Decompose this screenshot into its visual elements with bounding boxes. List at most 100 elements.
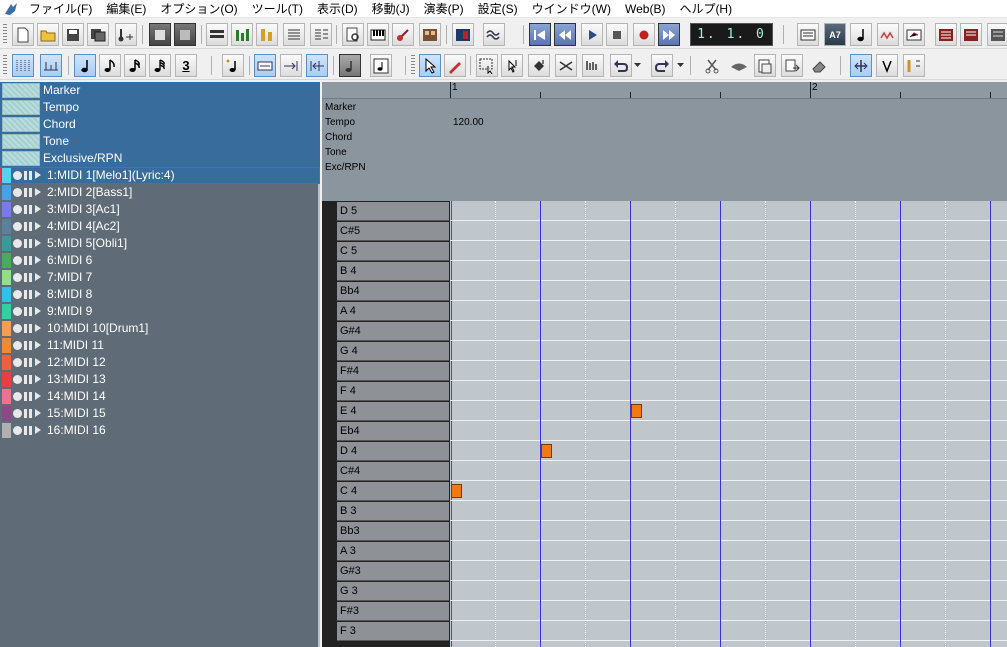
thirty-second-note-button[interactable] <box>149 54 171 77</box>
record-enable-icon[interactable] <box>13 375 22 384</box>
drum-pad-button[interactable] <box>419 23 441 46</box>
track-row[interactable]: 15:MIDI 15 <box>0 405 320 422</box>
menu-move[interactable]: 移動(J) <box>365 0 417 18</box>
mute-bar-icon[interactable] <box>24 375 27 384</box>
track-row[interactable]: 8:MIDI 8 <box>0 286 320 303</box>
piano-key[interactable]: G#3 <box>337 562 449 581</box>
toolbar-grip[interactable] <box>3 24 7 45</box>
track-row[interactable]: 1:MIDI 1[Melo1](Lyric:4) <box>0 167 320 184</box>
toolbar-grip[interactable] <box>411 55 415 76</box>
track-view-button[interactable] <box>206 23 228 46</box>
piano-key[interactable]: D 4 <box>337 442 449 461</box>
conductor-track-row[interactable]: Marker <box>0 82 320 99</box>
track-row[interactable]: 13:MIDI 13 <box>0 371 320 388</box>
guitar-button[interactable] <box>392 23 414 46</box>
piano-key[interactable]: A 3 <box>337 542 449 561</box>
piano-key[interactable]: G#4 <box>337 322 449 341</box>
piano-key[interactable]: C#4 <box>337 462 449 481</box>
play-arrow-icon[interactable] <box>35 324 41 332</box>
solo-bar-icon[interactable] <box>29 358 32 367</box>
record-enable-icon[interactable] <box>13 307 22 316</box>
lyric-view-button[interactable] <box>903 54 925 77</box>
piano-key[interactable]: F#4 <box>337 362 449 381</box>
print-preview-button[interactable] <box>342 23 364 46</box>
lyrics-button[interactable] <box>452 23 474 46</box>
note-tool-button[interactable] <box>850 23 872 46</box>
velocity-tool-button[interactable] <box>582 54 604 77</box>
solo-bar-icon[interactable] <box>29 426 32 435</box>
conductor-track-row[interactable]: Tone <box>0 133 320 150</box>
piano-key[interactable]: Bb4 <box>337 282 449 301</box>
paste-insert-button[interactable] <box>781 54 803 77</box>
solo-bar-icon[interactable] <box>29 205 32 214</box>
conductor-track-row[interactable]: Exclusive/RPN <box>0 150 320 167</box>
solo-bar-icon[interactable] <box>29 307 32 316</box>
rewind-button[interactable] <box>554 23 576 46</box>
record-enable-icon[interactable] <box>13 222 22 231</box>
track-row[interactable]: 9:MIDI 9 <box>0 303 320 320</box>
menu-option[interactable]: オプション(O) <box>153 0 244 18</box>
piano-roll-grid[interactable] <box>450 201 1007 647</box>
solo-bar-icon[interactable] <box>29 392 32 401</box>
toolbar-grip[interactable] <box>3 55 7 76</box>
copy-button[interactable] <box>728 54 750 77</box>
track-row[interactable]: 16:MIDI 16 <box>0 422 320 439</box>
solo-bar-icon[interactable] <box>29 188 32 197</box>
chord-button[interactable]: A7 <box>824 23 846 46</box>
menu-view[interactable]: 表示(D) <box>310 0 365 18</box>
split-note-button[interactable] <box>555 54 577 77</box>
mute-track-button[interactable] <box>935 23 957 46</box>
solo-bar-icon[interactable] <box>29 256 32 265</box>
piano-key[interactable]: Eb4 <box>337 422 449 441</box>
play-arrow-icon[interactable] <box>35 171 41 179</box>
track-settings-button[interactable] <box>987 23 1007 46</box>
metronome-button[interactable] <box>797 23 819 46</box>
quantize-button[interactable] <box>40 54 62 77</box>
new-file-button[interactable] <box>12 23 34 46</box>
record-enable-icon[interactable] <box>13 341 22 350</box>
mute-bar-icon[interactable] <box>24 205 27 214</box>
solo-bar-icon[interactable] <box>29 273 32 282</box>
range-select-button[interactable] <box>476 54 498 77</box>
go-to-start-button[interactable] <box>529 23 551 46</box>
play-arrow-icon[interactable] <box>35 273 41 281</box>
mute-bar-icon[interactable] <box>24 409 27 418</box>
measure-ruler[interactable]: 1 2 <box>322 82 1007 98</box>
velocity-view-button[interactable] <box>876 54 898 77</box>
piano-key[interactable]: Bb3 <box>337 522 449 541</box>
copy-window-button[interactable] <box>149 23 171 46</box>
mute-bar-icon[interactable] <box>24 273 27 282</box>
mute-bar-icon[interactable] <box>24 188 27 197</box>
piano-key[interactable]: B 4 <box>337 262 449 281</box>
piano-keyboard-button[interactable] <box>367 23 389 46</box>
eighth-note-button[interactable] <box>99 54 121 77</box>
menu-file[interactable]: ファイル(F) <box>22 0 99 18</box>
paint-note-button[interactable] <box>528 54 550 77</box>
record-enable-icon[interactable] <box>13 392 22 401</box>
record-enable-icon[interactable] <box>13 239 22 248</box>
conductor-view[interactable]: Marker Tempo Chord Tone Exc/RPN 120.00 <box>322 98 1007 201</box>
mute-bar-icon[interactable] <box>24 341 27 350</box>
pointer-note-button[interactable] <box>501 54 523 77</box>
record-enable-icon[interactable] <box>13 426 22 435</box>
record-enable-icon[interactable] <box>13 324 22 333</box>
record-enable-icon[interactable] <box>13 273 22 282</box>
piano-key[interactable]: E 4 <box>337 402 449 421</box>
record-enable-icon[interactable] <box>13 171 22 180</box>
menu-help[interactable]: ヘルプ(H) <box>672 0 739 18</box>
wave-button[interactable] <box>483 23 505 46</box>
piano-key[interactable]: A 4 <box>337 302 449 321</box>
piano-key[interactable]: C 5 <box>337 242 449 261</box>
midi-note[interactable] <box>541 444 552 458</box>
play-arrow-icon[interactable] <box>35 392 41 400</box>
track-row[interactable]: 3:MIDI 3[Ac1] <box>0 201 320 218</box>
quarter-note-button[interactable] <box>74 54 96 77</box>
sixteenth-note-button[interactable] <box>124 54 146 77</box>
menu-window[interactable]: ウインドウ(W) <box>525 0 618 18</box>
pen-tool-button[interactable] <box>444 54 466 77</box>
track-row[interactable]: 2:MIDI 2[Bass1] <box>0 184 320 201</box>
track-row[interactable]: 12:MIDI 12 <box>0 354 320 371</box>
grid-snap-button[interactable] <box>12 54 34 77</box>
undo-dropdown-icon[interactable] <box>633 54 642 77</box>
triplet-button[interactable]: 3 <box>175 54 197 77</box>
